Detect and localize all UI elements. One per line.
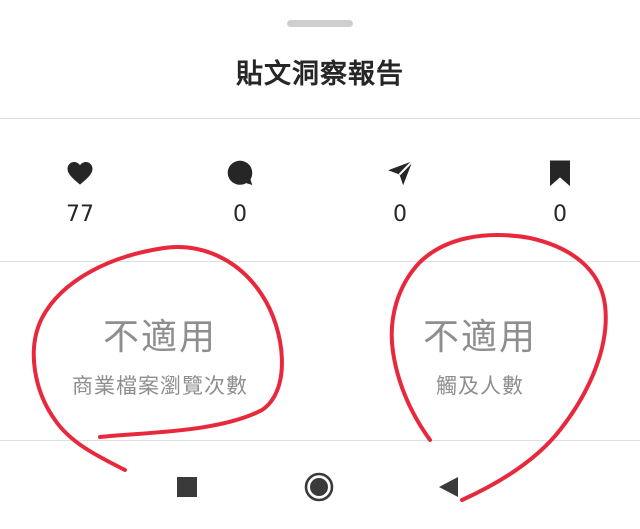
engagement-stats: 77 0 0 0 [0,158,640,238]
metric-value: 不適用 [102,317,217,358]
home-circle-icon[interactable] [303,471,335,503]
drag-handle[interactable] [287,20,353,27]
shares-count: 0 [393,202,407,227]
insights-sheet: 貼文洞察報告 77 0 0 0 不適用 商業檔案瀏覽次數 不適用 觸及人數 [0,0,640,440]
metric-label: 觸及人數 [436,374,524,398]
metric-label: 商業檔案瀏覽次數 [72,374,248,398]
back-triangle-icon[interactable] [433,471,465,503]
sheet-title: 貼文洞察報告 [236,59,404,90]
recents-square-icon[interactable] [171,471,203,503]
metric-reach: 不適用 觸及人數 [320,308,640,400]
share-icon [388,160,414,186]
stat-likes: 77 [40,158,120,227]
heart-icon [67,162,93,185]
system-nav-bar [0,441,640,529]
stat-shares: 0 [360,158,440,227]
likes-count: 77 [66,202,94,227]
bookmark-icon [550,160,570,187]
divider [0,118,640,119]
stat-comments: 0 [200,158,280,227]
divider [0,261,640,262]
metric-profile-visits: 不適用 商業檔案瀏覽次數 [0,308,320,400]
comments-count: 0 [233,202,247,227]
saves-count: 0 [553,202,567,227]
stat-saves: 0 [520,158,600,227]
metric-value: 不適用 [422,317,537,358]
comment-icon [227,160,253,185]
